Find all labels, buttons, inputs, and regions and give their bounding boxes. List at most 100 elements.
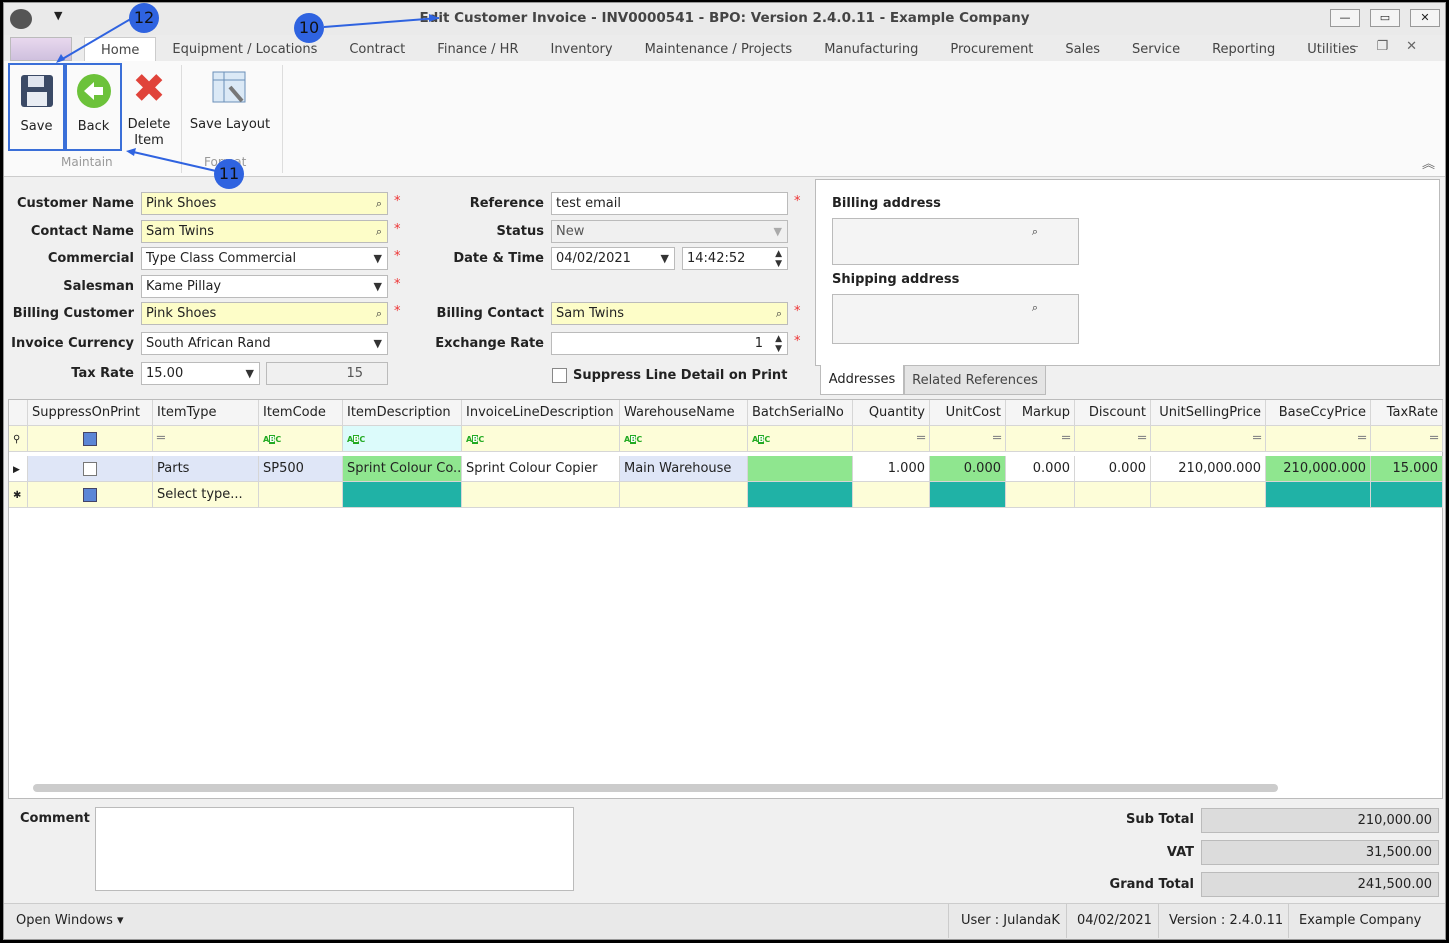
new-row-cell-itemcode[interactable] [259, 482, 343, 508]
cell-baseccyprice[interactable]: 210,000.000 [1266, 456, 1371, 482]
maximize-button[interactable]: ▭ [1370, 9, 1400, 27]
commercial-select[interactable]: Type Class Commercial ▼ [141, 247, 388, 270]
column-header-taxrate[interactable]: TaxRate [1371, 400, 1443, 426]
column-header-itemdescription[interactable]: ItemDescription [343, 400, 462, 426]
new-row-cell-taxrate[interactable] [1371, 482, 1443, 508]
search-icon: ⌕ [375, 225, 382, 238]
time-spinner[interactable]: 14:42:52 ▲ ▼ [682, 247, 788, 270]
tax-rate-select[interactable]: 15.00 ▼ [141, 362, 260, 385]
new-row-cell-discount[interactable] [1075, 482, 1151, 508]
column-header-batchserialno[interactable]: BatchSerialNo [748, 400, 853, 426]
new-row-cell-markup[interactable] [1006, 482, 1075, 508]
filter-unitcost[interactable]: ═ [930, 426, 1006, 452]
salesman-select[interactable]: Kame Pillay ▼ [141, 275, 388, 298]
tab-related-references[interactable]: Related References [904, 365, 1046, 395]
cell-discount[interactable]: 0.000 [1075, 456, 1151, 482]
column-header-unitcost[interactable]: UnitCost [930, 400, 1006, 426]
horizontal-scrollbar[interactable] [13, 784, 1438, 794]
minimize-button[interactable]: — [1330, 9, 1360, 27]
suppress-line-detail-label: Suppress Line Detail on Print [573, 368, 788, 383]
cell-batchserialno[interactable] [748, 456, 853, 482]
filter-baseccyprice[interactable]: ═ [1266, 426, 1371, 452]
filter-warehousename[interactable]: ABC [620, 426, 748, 452]
filter-quantity[interactable]: ═ [853, 426, 930, 452]
reference-input[interactable]: test email [551, 192, 788, 215]
filter-batchserialno[interactable]: ABC [748, 426, 853, 452]
filter-itemdescription[interactable]: ABC [343, 426, 462, 452]
tab-sales[interactable]: Sales [1049, 37, 1116, 61]
cell-warehousename[interactable]: Main Warehouse [620, 456, 748, 482]
mdi-controls[interactable]: –❐✕ [1352, 39, 1435, 54]
open-windows-menu[interactable]: Open Windows ▾ [16, 904, 124, 938]
filter-discount[interactable]: ═ [1075, 426, 1151, 452]
filter-invoicelinedescription[interactable]: ABC [462, 426, 620, 452]
new-row-cell-baseccyprice[interactable] [1266, 482, 1371, 508]
shipping-address-label: Shipping address [832, 272, 960, 287]
billing-customer-field[interactable]: Pink Shoes ⌕ [141, 302, 388, 325]
filter-itemcode[interactable]: ABC [259, 426, 343, 452]
cell-quantity[interactable]: 1.000 [853, 456, 930, 482]
new-row-cell-quantity[interactable] [853, 482, 930, 508]
cell-itemdescription[interactable]: Sprint Colour Co... [343, 456, 462, 482]
cell-invoicelinedescription[interactable]: Sprint Colour Copier [462, 456, 620, 482]
new-row-cell-unitsellingprice[interactable] [1151, 482, 1266, 508]
suppress-line-detail-checkbox[interactable] [552, 368, 567, 383]
tab-inventory[interactable]: Inventory [534, 37, 628, 61]
contact-name-field[interactable]: Sam Twins ⌕ [141, 220, 388, 243]
exchange-rate-spinner[interactable]: 1 ▲ ▼ [551, 332, 788, 355]
new-row[interactable]: ✱ Select type... [9, 482, 1443, 508]
column-header-unitsellingprice[interactable]: UnitSellingPrice [1151, 400, 1266, 426]
filter-taxrate[interactable]: ═ [1371, 426, 1443, 452]
filter-markup[interactable]: ═ [1006, 426, 1075, 452]
search-icon: ⌕ [375, 197, 382, 210]
column-header-suppressonprint[interactable]: SuppressOnPrint [28, 400, 153, 426]
cell-markup[interactable]: 0.000 [1006, 456, 1075, 482]
column-header-itemtype[interactable]: ItemType [153, 400, 259, 426]
column-header-itemcode[interactable]: ItemCode [259, 400, 343, 426]
app-window: Edit Customer Invoice - INV0000541 - BPO… [3, 2, 1446, 940]
suppress-on-print-checkbox[interactable] [28, 456, 153, 482]
vat-label: VAT [1166, 845, 1194, 860]
new-row-item-type[interactable]: Select type... [153, 482, 259, 508]
salesman-label: Salesman [63, 279, 134, 294]
cell-unitsellingprice[interactable]: 210,000.000 [1151, 456, 1266, 482]
cell-itemtype[interactable]: Parts [153, 456, 259, 482]
filter-unitsellingprice[interactable]: ═ [1151, 426, 1266, 452]
column-header-markup[interactable]: Markup [1006, 400, 1075, 426]
filter-suppressonprint[interactable] [28, 426, 153, 452]
new-row-cell-itemdescription[interactable] [343, 482, 462, 508]
grid-filter-row[interactable]: ⚲ ═ ABC ABC ABC ABC ABC ═ ═ ═ ═ ═ ═ ═ [9, 426, 1443, 452]
invoice-lines-grid: SuppressOnPrint ItemType ItemCode ItemDescr… [8, 399, 1443, 799]
new-row-cell-warehousename[interactable] [620, 482, 748, 508]
new-row-cell-unitcost[interactable] [930, 482, 1006, 508]
cell-itemcode[interactable]: SP500 [259, 456, 343, 482]
tab-service[interactable]: Service [1116, 37, 1196, 61]
date-picker[interactable]: 04/02/2021 ▼ [551, 247, 675, 270]
shipping-address-field[interactable]: ⌕ [832, 294, 1079, 344]
comment-textarea[interactable] [95, 807, 574, 891]
cell-unitcost[interactable]: 0.000 [930, 456, 1006, 482]
commercial-label: Commercial [47, 251, 134, 266]
tab-manufacturing[interactable]: Manufacturing [808, 37, 934, 61]
tab-procurement[interactable]: Procurement [934, 37, 1049, 61]
column-header-warehousename[interactable]: WarehouseName [620, 400, 748, 426]
billing-address-field[interactable]: ⌕ [832, 218, 1079, 265]
column-header-quantity[interactable]: Quantity [853, 400, 930, 426]
invoice-currency-select[interactable]: South African Rand ▼ [141, 332, 388, 355]
new-row-cell-invoicelinedescription[interactable] [462, 482, 620, 508]
new-row-cell-batchserialno[interactable] [748, 482, 853, 508]
column-header-invoicelinedescription[interactable]: InvoiceLineDescription [462, 400, 620, 426]
tab-reporting[interactable]: Reporting [1196, 37, 1291, 61]
cell-taxrate[interactable]: 15.000 [1371, 456, 1443, 482]
collapse-ribbon-icon[interactable]: ︽ [1422, 153, 1435, 172]
tab-addresses[interactable]: Addresses [820, 365, 904, 395]
billing-contact-field[interactable]: Sam Twins ⌕ [551, 302, 788, 325]
new-row-suppress-checkbox[interactable] [28, 482, 153, 508]
column-header-baseccyprice[interactable]: BaseCcyPrice [1266, 400, 1371, 426]
column-header-discount[interactable]: Discount [1075, 400, 1151, 426]
customer-name-field[interactable]: Pink Shoes ⌕ [141, 192, 388, 215]
table-row[interactable]: ▶ Parts SP500 Sprint Colour Co... Sprint Col… [9, 456, 1443, 482]
close-button[interactable]: ✕ [1410, 9, 1440, 27]
filter-itemtype[interactable]: ═ [153, 426, 259, 452]
tab-maintenance-projects[interactable]: Maintenance / Projects [629, 37, 809, 61]
